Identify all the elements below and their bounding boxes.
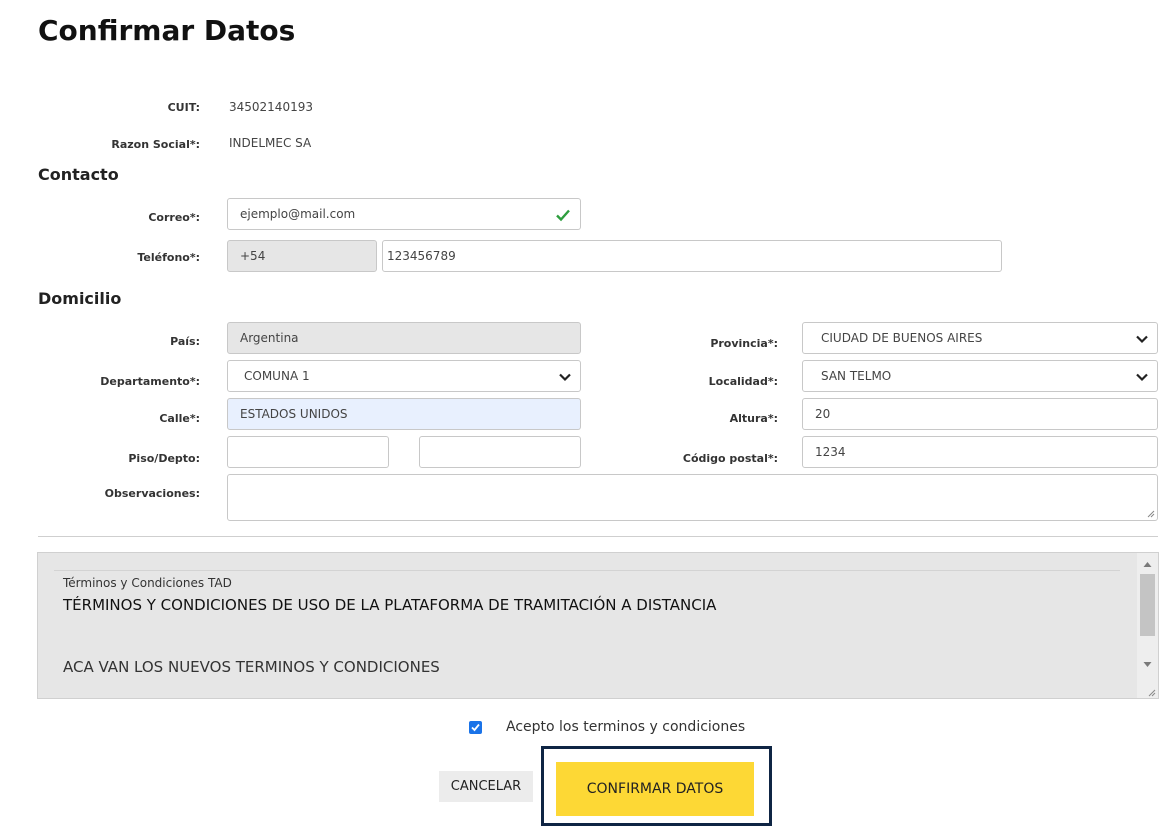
correo-label: Correo*: [148,211,200,224]
correo-input[interactable]: ejemplo@mail.com [227,198,581,230]
pais-field: Argentina [227,322,581,354]
valid-check-icon [556,209,570,222]
section-divider [38,536,1158,537]
accept-terms-label[interactable]: Acepto los terminos y condiciones [506,719,745,735]
provincia-select[interactable]: CIUDAD DE BUENOS AIRES [802,322,1158,354]
altura-input[interactable]: 20 [802,398,1158,430]
piso-input[interactable] [227,436,389,468]
chevron-down-icon [1136,373,1148,382]
terms-heading: TÉRMINOS Y CONDICIONES DE USO DE LA PLAT… [63,596,717,614]
contacto-section-title: Contacto [38,165,119,184]
razon-social-label: Razon Social*: [111,138,200,151]
localidad-value: SAN TELMO [821,369,892,383]
observaciones-label: Observaciones: [104,487,200,500]
localidad-select[interactable]: SAN TELMO [802,360,1158,392]
departamento-select[interactable]: COMUNA 1 [227,360,581,392]
accept-terms-checkbox[interactable] [469,721,482,734]
correo-value: ejemplo@mail.com [240,207,356,221]
terms-inner-divider [54,570,1120,571]
razon-social-value: INDELMEC SA [229,136,312,150]
piso-depto-label: Piso/Depto: [128,452,200,465]
chevron-down-icon [559,373,571,382]
codigo-postal-value: 1234 [815,445,846,459]
codigo-postal-input[interactable]: 1234 [802,436,1158,468]
terms-scroll-thumb[interactable] [1140,574,1155,636]
telefono-label: Teléfono*: [137,251,200,264]
pais-value: Argentina [240,331,299,345]
checkmark-icon [471,723,480,732]
terms-textarea[interactable] [37,552,1159,699]
departamento-label: Departamento*: [100,375,200,388]
resize-handle-icon[interactable] [1146,509,1155,518]
departamento-value: COMUNA 1 [244,369,310,383]
terms-caption: Términos y Condiciones TAD [63,576,232,590]
calle-input[interactable]: ESTADOS UNIDOS [227,398,581,430]
codigo-postal-label: Código postal*: [682,452,778,465]
terms-body: ACA VAN LOS NUEVOS TERMINOS Y CONDICIONE… [63,658,440,676]
scroll-down-arrow-icon[interactable] [1143,661,1152,668]
altura-value: 20 [815,407,831,421]
provincia-label: Provincia*: [710,337,778,350]
telefono-prefix-value: +54 [240,249,266,263]
telefono-input[interactable]: 123456789 [382,240,1002,272]
scroll-up-arrow-icon[interactable] [1143,561,1152,568]
domicilio-section-title: Domicilio [38,289,122,308]
calle-value: ESTADOS UNIDOS [240,407,348,421]
cuit-value: 34502140193 [229,100,313,114]
resize-handle-icon[interactable] [1147,688,1156,697]
depto-input[interactable] [419,436,581,468]
page-title: Confirmar Datos [38,14,296,47]
localidad-label: Localidad*: [708,375,778,388]
cancel-button[interactable]: CANCELAR [439,771,533,802]
telefono-prefix-field: +54 [227,240,377,272]
confirm-button[interactable]: CONFIRMAR DATOS [556,762,754,816]
calle-label: Calle*: [159,412,200,425]
altura-label: Altura*: [729,412,778,425]
pais-label: País: [170,335,200,348]
telefono-value: 123456789 [387,249,456,263]
observaciones-textarea[interactable] [227,474,1158,521]
chevron-down-icon [1136,335,1148,344]
provincia-value: CIUDAD DE BUENOS AIRES [821,331,983,345]
cuit-label: CUIT: [167,101,200,114]
